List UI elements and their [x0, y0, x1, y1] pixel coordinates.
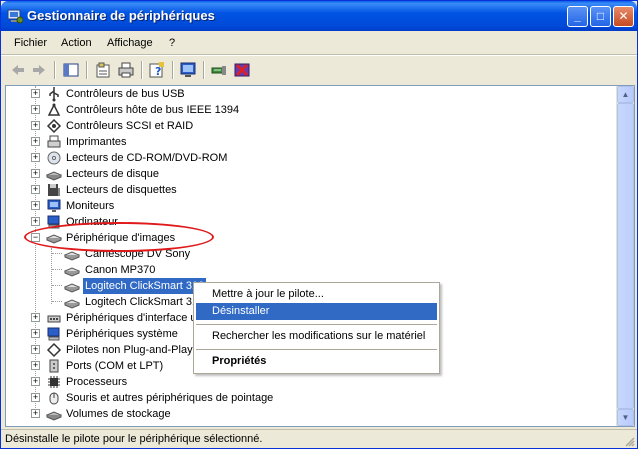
menu-bar: Fichier Action Affichage ?: [1, 32, 637, 55]
expand-icon[interactable]: +: [31, 153, 40, 162]
tree-label: Lecteurs de disquettes: [66, 184, 177, 196]
storage-icon: [46, 411, 62, 421]
uninstall-icon[interactable]: [232, 60, 252, 80]
expand-icon[interactable]: +: [31, 377, 40, 386]
console-tree-icon[interactable]: [61, 60, 81, 80]
tree-label: Pilotes non Plug-and-Play: [66, 344, 193, 356]
expand-icon[interactable]: +: [31, 185, 40, 194]
expand-icon[interactable]: +: [31, 217, 40, 226]
tree-label: Moniteurs: [66, 200, 115, 212]
menu-help[interactable]: ?: [169, 37, 175, 49]
tree-label: Lecteurs de CD-ROM/DVD-ROM: [66, 152, 228, 164]
expand-icon[interactable]: +: [31, 105, 40, 114]
menu-item-properties[interactable]: Propriétés: [196, 353, 437, 370]
window-title: Gestionnaire de périphériques: [27, 8, 215, 23]
menu-separator: [196, 324, 437, 325]
title-bar[interactable]: Gestionnaire de périphériques _ □ ✕: [1, 1, 637, 31]
context-menu: Mettre à jour le pilote... Désinstaller …: [193, 282, 440, 374]
expand-icon[interactable]: +: [31, 169, 40, 178]
scsi-icon: [46, 118, 62, 134]
monitor-icon: [47, 199, 61, 212]
ieee1394-icon: [47, 103, 61, 116]
cdrom-icon: [47, 151, 61, 165]
resize-grip-icon[interactable]: [623, 435, 635, 447]
tree-label-selected: Logitech ClickSmart 310: [83, 278, 207, 294]
expand-icon[interactable]: +: [31, 137, 40, 146]
driver-icon: [46, 342, 62, 358]
tree-label: Périphériques système: [66, 328, 178, 340]
menu-separator: [196, 349, 437, 350]
scan-hardware-icon[interactable]: [178, 60, 198, 80]
device-tree[interactable]: + Contrôleurs de bus USB + Contrôleurs h…: [5, 85, 635, 427]
expand-icon[interactable]: +: [31, 89, 40, 98]
tree-label: Processeurs: [66, 376, 128, 388]
expand-icon[interactable]: +: [31, 121, 40, 130]
mouse-icon: [49, 392, 59, 405]
expand-icon[interactable]: +: [31, 201, 40, 210]
back-icon[interactable]: [8, 60, 28, 80]
printer-icon: [47, 135, 61, 148]
menu-item-scan-hardware[interactable]: Rechercher les modifications sur le maté…: [196, 328, 437, 345]
webcam-icon: [64, 283, 80, 293]
tree-label: Contrôleurs hôte de bus IEEE 1394: [66, 104, 240, 116]
update-driver-icon[interactable]: [209, 60, 229, 80]
tree-label: Souris et autres périphériques de pointa…: [66, 392, 274, 404]
device-manager-icon: [7, 9, 23, 24]
menu-action[interactable]: Action: [61, 37, 92, 49]
expand-icon[interactable]: +: [31, 393, 40, 402]
status-text: Désinstalle le pilote pour le périphériq…: [5, 433, 263, 445]
webcam-icon: [64, 299, 80, 309]
expand-icon[interactable]: +: [31, 345, 40, 354]
expand-icon[interactable]: +: [31, 313, 40, 322]
scroll-down-icon[interactable]: ▼: [617, 409, 634, 426]
expand-icon[interactable]: +: [31, 329, 40, 338]
tree-label: Ports (COM et LPT): [66, 360, 164, 372]
tree-label: Contrôleurs de bus USB: [66, 88, 185, 100]
tree-label: Imprimantes: [66, 136, 127, 148]
scanner-icon: [64, 267, 80, 277]
tree-label: Volumes de stockage: [66, 408, 171, 420]
tree-label: Lecteurs de disque: [66, 168, 159, 180]
floppy-icon: [48, 184, 60, 196]
tree-label: Canon MP370: [85, 264, 156, 276]
disk-drive-icon: [46, 171, 62, 181]
expand-icon[interactable]: +: [31, 409, 40, 418]
menu-item-uninstall[interactable]: Désinstaller: [196, 303, 437, 320]
print-icon[interactable]: [116, 60, 136, 80]
vertical-scrollbar[interactable]: ▲ ▼: [616, 86, 634, 426]
maximize-button[interactable]: □: [590, 6, 611, 27]
scrollbar-thumb[interactable]: [617, 103, 634, 409]
port-icon: [49, 359, 59, 373]
minimize-button[interactable]: _: [567, 6, 588, 27]
expand-icon[interactable]: +: [31, 361, 40, 370]
toolbar: ?: [1, 55, 637, 84]
scroll-up-icon[interactable]: ▲: [617, 86, 634, 103]
menu-fichier[interactable]: Fichier: [14, 37, 47, 49]
annotation-ellipse: [24, 222, 214, 252]
menu-item-update-driver[interactable]: Mettre à jour le pilote...: [196, 286, 437, 303]
forward-icon[interactable]: [29, 60, 49, 80]
status-bar: Désinstalle le pilote pour le périphériq…: [1, 429, 637, 449]
processor-icon: [48, 376, 60, 388]
system-icon: [47, 327, 60, 341]
menu-affichage[interactable]: Affichage: [107, 37, 153, 49]
close-button[interactable]: ✕: [613, 6, 634, 27]
tree-label: Contrôleurs SCSI et RAID: [66, 120, 194, 132]
hid-icon: [47, 315, 61, 323]
help-icon[interactable]: ?: [147, 60, 167, 80]
tree-label: Logitech ClickSmart 310: [85, 296, 205, 308]
usb-icon: [49, 87, 59, 102]
properties-icon[interactable]: [93, 60, 113, 80]
